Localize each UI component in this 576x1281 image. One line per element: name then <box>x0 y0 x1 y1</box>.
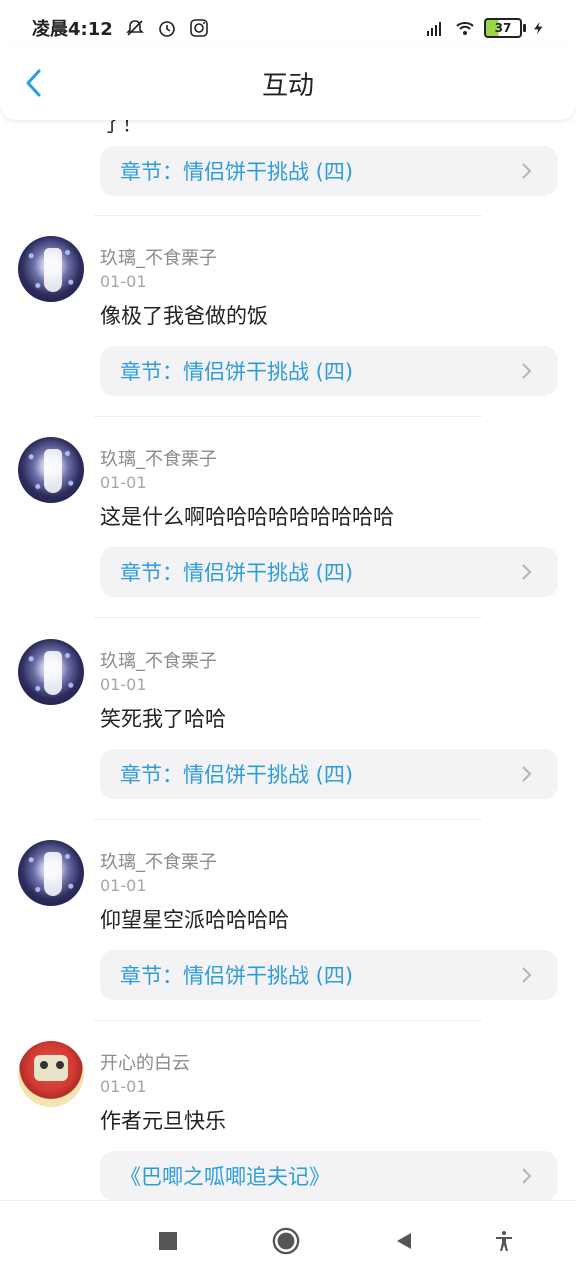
book-link[interactable]: 《巴唧之呱唧追夫记》 <box>100 1151 558 1200</box>
date: 01-01 <box>100 272 147 291</box>
date: 01-01 <box>100 1077 147 1096</box>
alarm-icon <box>157 18 177 38</box>
username[interactable]: 玖璃_不食栗子 <box>100 244 217 270</box>
chapter-link-text: 章节：情侣饼干挑战 (四) <box>120 964 354 988</box>
system-back-button[interactable] <box>390 1227 418 1255</box>
wifi-icon <box>454 18 474 38</box>
chapter-link-text: 章节：情侣饼干挑战 (四) <box>120 763 354 787</box>
triangle-back-icon <box>397 1233 411 1249</box>
avatar[interactable] <box>18 639 84 705</box>
comment-text: 像极了我爸做的饭 <box>100 304 268 328</box>
accessibility-button[interactable] <box>490 1227 518 1255</box>
avatar[interactable] <box>18 437 84 503</box>
chapter-link-text: 章节：情侣饼干挑战 (四) <box>120 160 354 184</box>
interaction-item: 开心的白云 01-01 作者元旦快乐 《巴唧之呱唧追夫记》 <box>0 1021 576 1200</box>
chevron-right-icon <box>516 965 536 985</box>
status-time: 凌晨4:12 <box>32 19 113 40</box>
interaction-item: 玖璃_不食栗子 01-01 仰望星空派哈哈哈哈 章节：情侣饼干挑战 (四) <box>0 820 576 1021</box>
date: 01-01 <box>100 675 147 694</box>
chapter-link[interactable]: 章节：情侣饼干挑战 (四) <box>100 346 558 396</box>
home-button[interactable] <box>272 1227 300 1255</box>
interaction-item: 玖璃_不食栗子 01-01 这是什么啊哈哈哈哈哈哈哈哈哈 章节：情侣饼干挑战 (… <box>0 417 576 618</box>
signal-icon <box>424 18 444 38</box>
date: 01-01 <box>100 876 147 895</box>
comment-text: 仰望星空派哈哈哈哈 <box>100 908 289 932</box>
square-icon <box>159 1232 177 1250</box>
chapter-link[interactable]: 章节：情侣饼干挑战 (四) <box>100 749 558 799</box>
accessibility-icon <box>496 1231 512 1251</box>
chevron-right-icon <box>516 361 536 381</box>
date: 01-01 <box>100 473 147 492</box>
recent-apps-button[interactable] <box>154 1227 182 1255</box>
chevron-left-icon <box>26 69 41 97</box>
book-link-text: 《巴唧之呱唧追夫记》 <box>120 1165 330 1189</box>
chapter-link[interactable]: 章节：情侣饼干挑战 (四) <box>100 146 558 196</box>
comment-text: 作者元旦快乐 <box>100 1109 226 1133</box>
interaction-list: 了！ 章节：情侣饼干挑战 (四) 玖璃_不食栗子 01-01 像极了我爸做的饭 … <box>0 120 576 1200</box>
chevron-right-icon <box>516 1166 536 1186</box>
chapter-link[interactable]: 章节：情侣饼干挑战 (四) <box>100 547 558 597</box>
instagram-icon <box>189 18 209 38</box>
truncated-comment-text: 了！ <box>102 120 142 136</box>
username[interactable]: 玖璃_不食栗子 <box>100 647 217 673</box>
status-left: 凌晨4:12 <box>32 15 209 41</box>
back-button[interactable] <box>20 66 48 100</box>
username[interactable]: 玖璃_不食栗子 <box>100 848 217 874</box>
divider <box>94 617 482 618</box>
comment-text: 笑死我了哈哈 <box>100 707 226 731</box>
comment-text: 这是什么啊哈哈哈哈哈哈哈哈哈 <box>100 505 394 529</box>
avatar[interactable] <box>18 1041 84 1107</box>
chevron-right-icon <box>516 161 536 181</box>
chevron-right-icon <box>516 764 536 784</box>
charging-bolt-icon <box>532 18 552 38</box>
avatar[interactable] <box>18 840 84 906</box>
mute-bell-icon <box>125 18 145 38</box>
interaction-item: 玖璃_不食栗子 01-01 像极了我爸做的饭 章节：情侣饼干挑战 (四) <box>0 216 576 417</box>
system-nav-bar <box>0 1200 576 1281</box>
chapter-link[interactable]: 章节：情侣饼干挑战 (四) <box>100 950 558 1000</box>
chevron-right-icon <box>516 562 536 582</box>
username[interactable]: 开心的白云 <box>100 1049 190 1075</box>
circle-icon <box>272 1227 300 1255</box>
chapter-link-text: 章节：情侣饼干挑战 (四) <box>120 561 354 585</box>
avatar[interactable] <box>18 236 84 302</box>
battery-indicator: 37 <box>484 18 526 38</box>
chapter-link-text: 章节：情侣饼干挑战 (四) <box>120 360 354 384</box>
interaction-item: 玖璃_不食栗子 01-01 笑死我了哈哈 章节：情侣饼干挑战 (四) <box>0 619 576 820</box>
page-title: 互动 <box>261 70 314 101</box>
status-right: 37 <box>424 18 552 38</box>
username[interactable]: 玖璃_不食栗子 <box>100 445 217 471</box>
app-header: 互动 <box>0 46 576 120</box>
